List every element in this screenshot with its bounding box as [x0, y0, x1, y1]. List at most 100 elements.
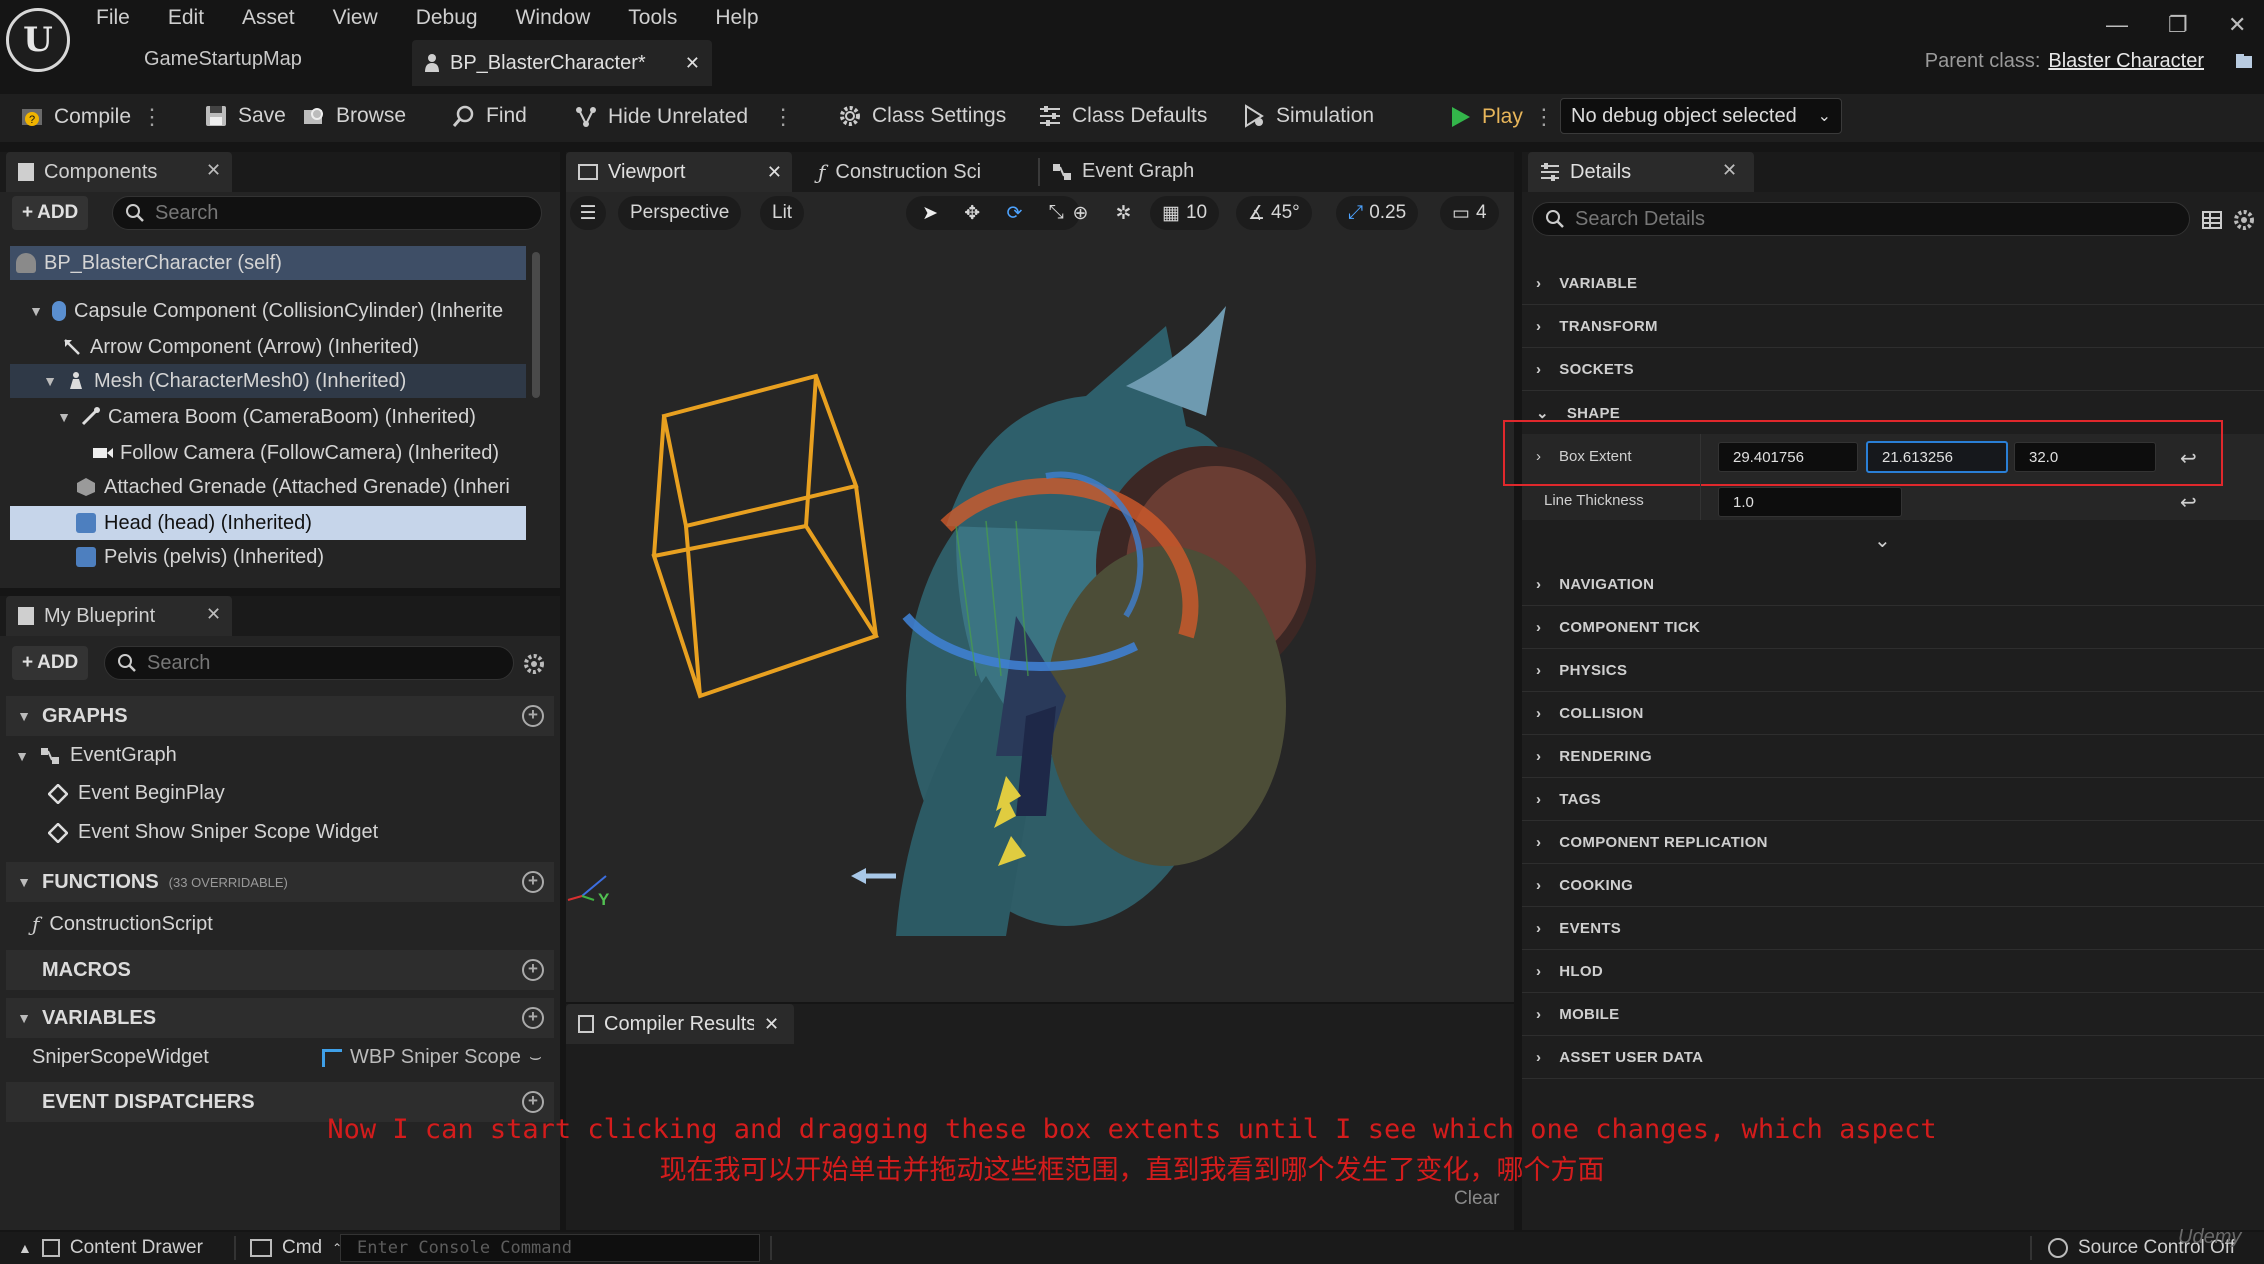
variable-type[interactable]: WBP Sniper Scope ⌣ — [322, 1046, 542, 1069]
world-icon[interactable]: ⊕ — [1073, 202, 1089, 225]
category-navigation[interactable]: › NAVIGATION — [1522, 564, 2264, 606]
category-hlod[interactable]: › HLOD — [1522, 951, 2264, 993]
save-button[interactable]: Save — [204, 104, 286, 128]
lit-button[interactable]: Lit — [760, 196, 805, 230]
simulation-button[interactable]: Simulation — [1242, 104, 1374, 128]
category-events[interactable]: › EVENTS — [1522, 908, 2264, 950]
menu-view[interactable]: View — [333, 6, 378, 30]
content-drawer-button[interactable]: ▲ Content Drawer — [18, 1237, 203, 1259]
class-defaults-button[interactable]: Class Defaults — [1038, 104, 1207, 128]
category-component-tick[interactable]: › COMPONENT TICK — [1522, 607, 2264, 649]
angle-snap-button[interactable]: ∡ 45° — [1236, 196, 1312, 230]
close-icon[interactable]: ✕ — [764, 1014, 779, 1035]
chevron-down-icon[interactable]: ▼ — [56, 409, 72, 425]
debug-object-select[interactable]: No debug object selected ⌄ — [1560, 98, 1842, 134]
category-tags[interactable]: › TAGS — [1522, 779, 2264, 821]
tree-item-capsule[interactable]: ▼ Capsule Component (CollisionCylinder) … — [10, 294, 526, 328]
reset-to-default-icon[interactable]: ↩ — [2180, 490, 2197, 515]
add-dispatcher-icon[interactable]: + — [522, 1091, 544, 1113]
tree-item-follow-camera[interactable]: Follow Camera (FollowCamera) (Inherited) — [10, 436, 526, 470]
event-begin-play[interactable]: Event BeginPlay — [48, 782, 225, 805]
tab-my-blueprint[interactable]: My Blueprint — [6, 596, 232, 636]
box-extent-label-row[interactable]: › Box Extent — [1536, 448, 1632, 465]
menu-debug[interactable]: Debug — [416, 6, 478, 30]
components-search-input[interactable]: Search — [112, 196, 542, 230]
advanced-expand-icon[interactable]: ⌄ — [1874, 528, 1891, 553]
add-component-button[interactable]: + ADD — [12, 196, 89, 230]
box-extent-y-field[interactable]: 21.613256 — [1866, 441, 2008, 473]
category-component-replication[interactable]: › COMPONENT REPLICATION — [1522, 822, 2264, 864]
variable-sniper-scope-widget[interactable]: SniperScopeWidget WBP Sniper Scope ⌣ — [32, 1046, 552, 1069]
section-graphs[interactable]: ▼ GRAPHS + — [6, 696, 554, 736]
add-function-icon[interactable]: + — [522, 871, 544, 893]
tab-viewport[interactable]: Viewport ✕ — [566, 152, 792, 192]
category-sockets[interactable]: › SOCKETS — [1522, 349, 2264, 391]
minimize-icon[interactable]: — — [2106, 12, 2128, 38]
menu-asset[interactable]: Asset — [242, 6, 295, 30]
close-icon[interactable]: ✕ — [1722, 160, 1737, 181]
close-icon[interactable]: ✕ — [206, 604, 221, 625]
rotate-icon[interactable]: ⟳ — [1006, 202, 1022, 225]
tab-game-startup-map[interactable]: GameStartupMap — [144, 48, 302, 71]
move-icon[interactable]: ✥ — [964, 202, 980, 225]
category-asset-user-data[interactable]: › ASSET USER DATA — [1522, 1037, 2264, 1079]
components-scrollbar[interactable] — [532, 252, 540, 398]
add-member-button[interactable]: + ADD — [12, 646, 89, 680]
tab-components[interactable]: Components — [6, 152, 232, 192]
restore-icon[interactable]: ❐ — [2168, 12, 2188, 38]
grid-snap-button[interactable]: ▦ 10 — [1150, 196, 1220, 230]
scale-snap-button[interactable]: ⤢ 0.25 — [1336, 196, 1419, 230]
menu-file[interactable]: File — [96, 6, 130, 30]
viewport-canvas[interactable]: Y — [566, 236, 1514, 1002]
category-physics[interactable]: › PHYSICS — [1522, 650, 2264, 692]
tree-item-mesh[interactable]: ▼ Mesh (CharacterMesh0) (Inherited) — [10, 364, 526, 398]
table-view-icon[interactable] — [2202, 210, 2222, 230]
camera-speed-button[interactable]: ▭ 4 — [1440, 196, 1499, 230]
tab-construction-script[interactable]: ƒ Construction Sci — [818, 160, 981, 184]
category-mobile[interactable]: › MOBILE — [1522, 994, 2264, 1036]
hide-unrelated-options-icon[interactable]: ⋮ — [772, 104, 794, 130]
clear-button[interactable]: Clear — [1454, 1188, 1499, 1210]
box-extent-z-field[interactable]: 32.0 — [2014, 442, 2156, 472]
section-variables[interactable]: ▼ VARIABLES + — [6, 998, 554, 1038]
tab-details[interactable]: Details — [1528, 152, 1754, 192]
close-icon[interactable]: ✕ — [206, 160, 221, 181]
close-icon[interactable]: ✕ — [767, 162, 782, 183]
chevron-down-icon[interactable]: ▼ — [28, 303, 44, 319]
compile-button[interactable]: ? Compile ⋮ — [20, 104, 163, 130]
tree-item-pelvis[interactable]: Pelvis (pelvis) (Inherited) — [10, 540, 526, 574]
cmd-button[interactable]: Cmd ⌃ — [250, 1237, 342, 1259]
category-collision[interactable]: › COLLISION — [1522, 693, 2264, 735]
select-cursor-icon[interactable]: ➤ — [922, 202, 938, 225]
viewport-menu-icon[interactable]: ☰ — [570, 196, 606, 230]
browse-parent-icon[interactable] — [2234, 52, 2254, 72]
event-show-sniper-scope[interactable]: Event Show Sniper Scope Widget — [48, 821, 378, 844]
add-graph-icon[interactable]: + — [522, 705, 544, 727]
details-search-input[interactable]: Search Details — [1532, 202, 2190, 236]
category-variable[interactable]: › VARIABLE — [1522, 263, 2264, 305]
menu-tools[interactable]: Tools — [628, 6, 677, 30]
menu-window[interactable]: Window — [516, 6, 591, 30]
hide-unrelated-button[interactable]: Hide Unrelated ⋮ — [574, 104, 794, 130]
settings-gear-icon[interactable] — [522, 652, 546, 676]
tab-compiler-results[interactable]: Compiler Results ✕ — [566, 1004, 794, 1044]
line-thickness-field[interactable]: 1.0 — [1718, 487, 1902, 517]
section-functions[interactable]: ▼ FUNCTIONS (33 OVERRIDABLE) + — [6, 862, 554, 902]
section-macros[interactable]: MACROS + — [6, 950, 554, 990]
surface-snap-icon[interactable]: ✲ — [1116, 202, 1132, 225]
menu-edit[interactable]: Edit — [168, 6, 204, 30]
settings-gear-icon[interactable] — [2232, 208, 2256, 232]
class-settings-button[interactable]: Class Settings — [838, 104, 1006, 128]
chevron-down-icon[interactable]: ▼ — [42, 373, 58, 389]
browse-button[interactable]: Browse — [302, 104, 406, 128]
category-rendering[interactable]: › RENDERING — [1522, 736, 2264, 778]
unreal-logo-icon[interactable]: U — [6, 8, 70, 72]
tree-item-head[interactable]: Head (head) (Inherited) — [10, 506, 526, 540]
close-icon[interactable]: ✕ — [685, 53, 700, 74]
function-construction-script[interactable]: ƒ ConstructionScript — [32, 912, 213, 936]
tab-bp-blaster-character[interactable]: BP_BlasterCharacter* ✕ — [412, 40, 712, 86]
tree-item-camera-boom[interactable]: ▼ Camera Boom (CameraBoom) (Inherited) — [10, 400, 526, 434]
category-cooking[interactable]: › COOKING — [1522, 865, 2264, 907]
add-macro-icon[interactable]: + — [522, 959, 544, 981]
tab-event-graph[interactable]: Event Graph — [1052, 160, 1194, 183]
